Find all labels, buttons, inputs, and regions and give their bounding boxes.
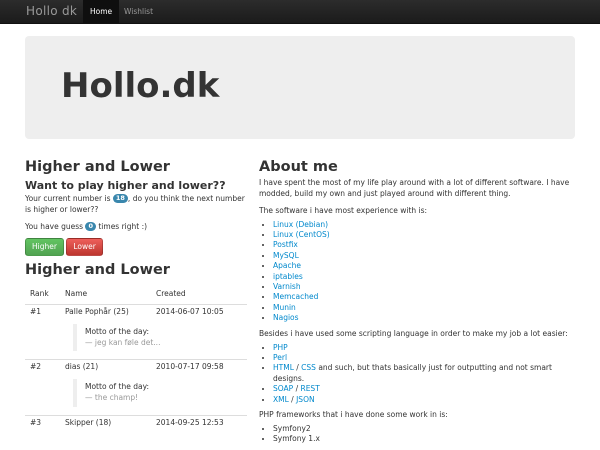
hero-unit: Hollo.dk xyxy=(25,36,575,139)
scoreboard-table: Rank Name Created #1 Palle Pophår (25) 2… xyxy=(25,284,247,436)
guess-count-badge: 0 xyxy=(85,221,96,231)
software-link[interactable]: Postfix xyxy=(273,240,298,249)
motto-text: — the champ! xyxy=(85,393,139,403)
rest-link[interactable]: REST xyxy=(300,384,319,393)
scripting-list: PHP Perl HTML / CSS and such, but thats … xyxy=(259,343,575,405)
list-item: Symfony2 xyxy=(273,424,575,434)
row-rank: #2 xyxy=(25,359,60,380)
right-column: About me I have spent the most of my lif… xyxy=(259,158,575,445)
software-list: Linux (Debian) Linux (CentOS) Postfix My… xyxy=(259,220,575,324)
software-link[interactable]: Linux (CentOS) xyxy=(273,230,330,239)
list-item: Apache xyxy=(273,261,575,271)
software-intro: The software i have most experience with… xyxy=(259,205,428,215)
motto-text: — jeg kan føle det... xyxy=(85,337,161,347)
list-item: Perl xyxy=(273,353,575,363)
software-link[interactable]: iptables xyxy=(273,272,303,281)
software-link[interactable]: Apache xyxy=(273,261,301,270)
table-row: #1 Palle Pophår (25) 2014-06-07 10:05 xyxy=(25,303,247,324)
list-item: HTML / CSS and such, but thats basically… xyxy=(273,363,575,384)
guess-pre: You have guess xyxy=(25,221,84,231)
row-created: 2014-06-07 10:05 xyxy=(151,303,247,324)
nav-wishlist[interactable]: Wishlist xyxy=(117,0,160,23)
nav-home[interactable]: Home xyxy=(83,0,120,23)
guess-text: You have guess 0 times right :) xyxy=(25,221,247,233)
col-rank: Rank xyxy=(25,284,60,305)
perl-link[interactable]: Perl xyxy=(273,353,287,362)
list-item: Linux (CentOS) xyxy=(273,230,575,240)
row-name: Palle Pophår (25) xyxy=(60,303,151,324)
json-link[interactable]: JSON xyxy=(296,395,315,404)
table-row-motto: Motto of the day: — the champ! xyxy=(25,379,247,415)
list-item: Postfix xyxy=(273,240,575,250)
about-title: About me xyxy=(259,159,338,175)
motto-quote: Motto of the day: — the champ! xyxy=(73,379,247,408)
motto-label: Motto of the day: xyxy=(85,326,149,336)
higher-button[interactable]: Higher xyxy=(25,237,64,256)
navbar: Hollo dk Home Wishlist xyxy=(0,0,600,24)
software-link[interactable]: Munin xyxy=(273,303,296,312)
brand-link[interactable]: Hollo dk xyxy=(26,3,77,20)
html-link[interactable]: HTML xyxy=(273,363,294,372)
separator: / xyxy=(288,394,297,404)
software-link[interactable]: Linux (Debian) xyxy=(273,220,328,229)
list-item: MySQL xyxy=(273,251,575,261)
table-row: #3 Skipper (18) 2014-09-25 12:53 xyxy=(25,415,247,436)
frameworks-intro: PHP frameworks that i have done some wor… xyxy=(259,410,448,419)
xml-link[interactable]: XML xyxy=(273,395,289,404)
hero-title: Hollo.dk xyxy=(61,66,220,106)
left-column: Higher and Lower Want to play higher and… xyxy=(25,158,247,436)
table-row-motto: Motto of the day: — jeg kan føle det... xyxy=(25,323,247,360)
scripting-intro: Besides i have used some scripting langu… xyxy=(259,328,568,338)
table-row: #2 dias (21) 2010-07-17 09:58 xyxy=(25,359,247,380)
software-link[interactable]: Nagios xyxy=(273,313,299,322)
list-item: SOAP / REST xyxy=(273,384,575,394)
row-name: Skipper (18) xyxy=(60,415,151,436)
game-title: Higher and Lower xyxy=(25,159,170,175)
software-link[interactable]: MySQL xyxy=(273,251,299,260)
list-item: Symfony 1.x xyxy=(273,434,575,444)
list-item: Memcached xyxy=(273,292,575,302)
guess-post: times right :) xyxy=(98,221,148,231)
about-intro: I have spent the most of my life play ar… xyxy=(259,178,570,198)
row-created: 2010-07-17 09:58 xyxy=(151,359,247,380)
game-subtitle: Want to play higher and lower?? xyxy=(25,179,226,192)
current-number-text: Your current number is 18, do you think … xyxy=(25,194,247,216)
software-link[interactable]: Varnish xyxy=(273,282,301,291)
software-link[interactable]: Memcached xyxy=(273,292,318,301)
row-rank: #1 xyxy=(25,303,60,324)
list-item: Linux (Debian) xyxy=(273,220,575,230)
frameworks-list: Symfony2 Symfony 1.x xyxy=(259,424,575,445)
game-buttons: Higher Lower xyxy=(25,237,247,256)
list-item: Varnish xyxy=(273,282,575,292)
row-name: dias (21) xyxy=(60,359,151,380)
current-number-badge: 18 xyxy=(112,194,128,203)
motto-label: Motto of the day: xyxy=(85,382,149,392)
col-name: Name xyxy=(60,284,151,305)
scoreboard-title: Higher and Lower xyxy=(25,261,170,278)
row-created: 2014-09-25 12:53 xyxy=(151,415,247,436)
motto-quote: Motto of the day: — jeg kan føle det... xyxy=(73,323,247,352)
list-item: XML / JSON xyxy=(273,395,575,405)
list-item: iptables xyxy=(273,272,575,282)
list-item: Nagios xyxy=(273,313,575,323)
php-link[interactable]: PHP xyxy=(273,343,288,352)
css-link[interactable]: CSS xyxy=(301,363,316,372)
current-pre: Your current number is xyxy=(25,194,111,203)
lower-button[interactable]: Lower xyxy=(66,237,103,256)
row-rank: #3 xyxy=(25,415,60,436)
table-header: Rank Name Created xyxy=(25,284,247,305)
list-item: PHP xyxy=(273,343,575,353)
list-item: Munin xyxy=(273,303,575,313)
soap-link[interactable]: SOAP xyxy=(273,384,293,393)
col-created: Created xyxy=(151,284,247,305)
